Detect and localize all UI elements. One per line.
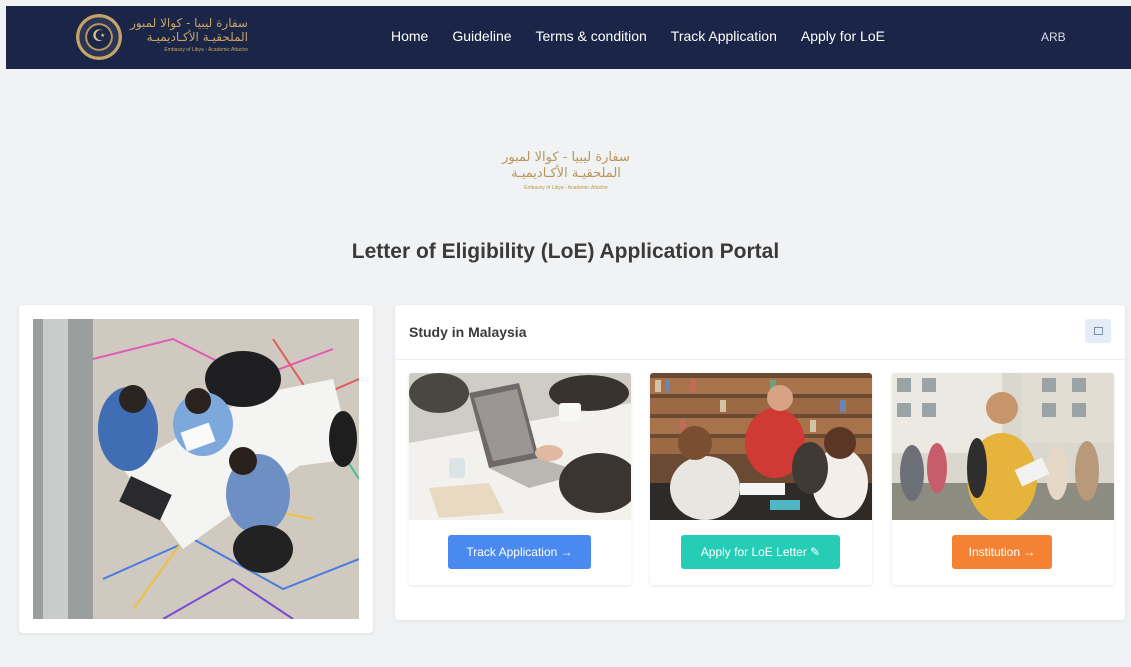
left-image-card (19, 305, 373, 633)
top-navbar: ☪ سفارة ليبيا - كوالا لمبور الملحقيـة ال… (6, 6, 1131, 69)
study-in-malaysia-panel: Study in Malaysia Track Application → Ap… (395, 305, 1125, 620)
hero-logo-arabic-line2: الملحقيـة الأكـاديميـة (511, 166, 621, 181)
apply-loe-letter-button-label: Apply for LoE Letter (700, 545, 807, 559)
expand-icon[interactable] (1085, 319, 1111, 343)
hero-logo-english: Embassy of Libya - Academic Attache (524, 185, 608, 191)
laptop-desk-image (409, 373, 631, 520)
arrow-right-icon: → (560, 545, 573, 559)
library-students-image (650, 373, 872, 520)
hero-logo: سفارة ليبيا - كوالا لمبور الملحقيـة الأك… (496, 150, 636, 191)
embassy-logo[interactable]: ☪ سفارة ليبيا - كوالا لمبور الملحقيـة ال… (76, 14, 256, 62)
language-toggle[interactable]: ARB (1041, 30, 1066, 44)
panel-divider (395, 359, 1125, 360)
logo-english: Embassy of Libya - Academic Attache (164, 47, 248, 53)
nav-track-application[interactable]: Track Application (671, 28, 777, 48)
campus-students-image (892, 373, 1114, 520)
arrow-right-icon: → (1023, 545, 1036, 559)
nav-apply-loe[interactable]: Apply for LoE (801, 28, 885, 48)
logo-arabic-line1: سفارة ليبيا - كوالا لمبور (130, 16, 248, 30)
track-application-button-label: Track Application (466, 545, 558, 559)
pencil-icon: ✎ (810, 545, 821, 559)
main-nav: Home Guideline Terms & condition Track A… (391, 28, 909, 48)
tile-track-application: Track Application → (409, 373, 631, 585)
students-collaborating-image (33, 319, 359, 619)
hero-logo-arabic-line1: سفارة ليبيا - كوالا لمبور (502, 150, 630, 165)
nav-guideline[interactable]: Guideline (452, 28, 511, 48)
nav-terms[interactable]: Terms & condition (536, 28, 647, 48)
institution-button-label: Institution (968, 545, 1021, 559)
institution-button[interactable]: Institution → (952, 535, 1052, 569)
logo-arabic-line2: الملحقيـة الأكـاديميـة (146, 30, 248, 44)
page-title: Letter of Eligibility (LoE) Application … (351, 240, 780, 263)
tile-institution: Institution → (892, 373, 1114, 585)
embassy-seal-icon: ☪ (76, 14, 122, 60)
panel-title: Study in Malaysia (409, 324, 527, 340)
tile-apply-loe: Apply for LoE Letter ✎ (650, 373, 872, 585)
track-application-button[interactable]: Track Application → (448, 535, 591, 569)
nav-home[interactable]: Home (391, 28, 428, 48)
apply-loe-letter-button[interactable]: Apply for LoE Letter ✎ (681, 535, 840, 569)
